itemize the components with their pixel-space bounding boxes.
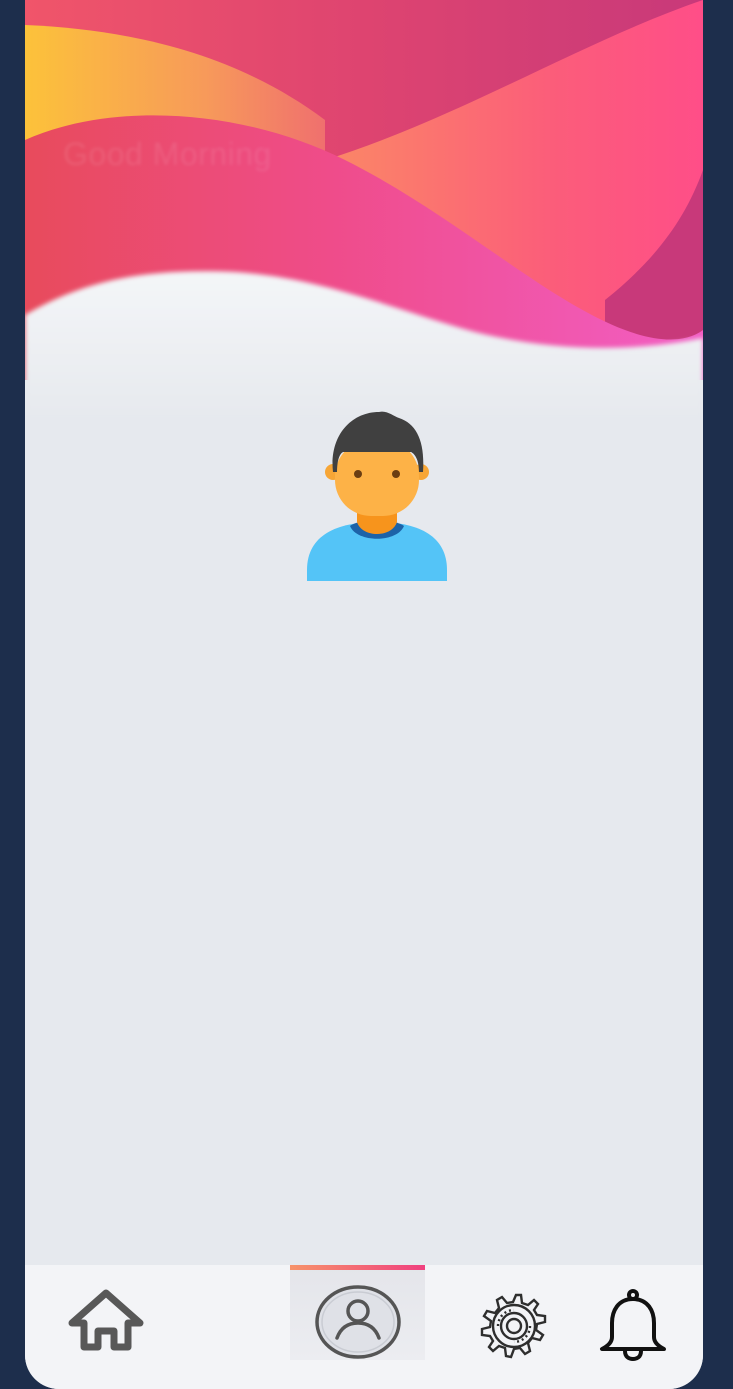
tab-profile[interactable] — [290, 1265, 425, 1360]
device-frame: Good Morning — [0, 0, 733, 1389]
user-avatar-icon[interactable] — [307, 410, 447, 581]
avatar-illustration — [307, 411, 447, 581]
wave-background — [25, 0, 703, 420]
home-icon — [68, 1289, 144, 1351]
bell-icon — [600, 1289, 666, 1361]
user-circle-icon — [315, 1285, 401, 1359]
active-tab-indicator — [290, 1265, 425, 1270]
tab-home[interactable] — [50, 1265, 160, 1389]
header-wave-banner: Good Morning — [25, 0, 703, 420]
bottom-tab-bar — [25, 1265, 703, 1389]
gear-icon — [480, 1293, 547, 1359]
tab-settings[interactable] — [470, 1265, 570, 1389]
app-screen: Good Morning — [25, 0, 703, 1389]
greeting-text: Good Morning — [63, 136, 272, 172]
tab-notifications[interactable] — [590, 1265, 680, 1389]
